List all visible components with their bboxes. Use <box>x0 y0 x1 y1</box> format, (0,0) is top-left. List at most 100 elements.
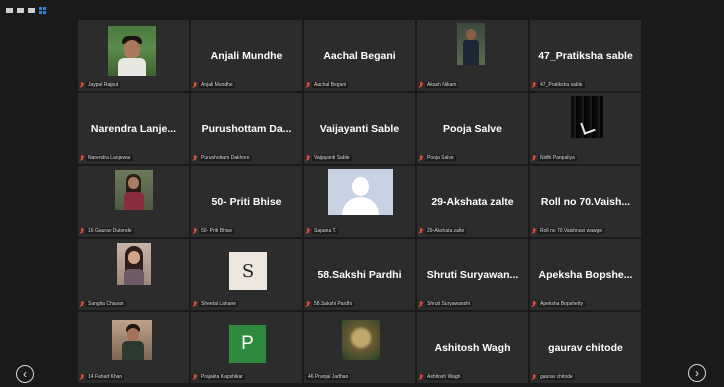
participant-tile[interactable]: S Sheetal Lahane <box>191 239 302 310</box>
participant-display-name: Narendra Lanje... <box>90 123 177 135</box>
muted-mic-icon <box>419 154 423 161</box>
participant-tile[interactable]: Apeksha Bopshe... Apeksha Bopshetty <box>530 239 641 310</box>
participant-name-bar: Prajakta Kapshikar <box>193 372 300 381</box>
participant-name-bar: Roll no 70.Vaishnavi wawge <box>532 226 639 235</box>
minimize-icon[interactable] <box>6 8 13 13</box>
participant-name-label: 46 Pranjal Jadhao <box>306 373 351 380</box>
muted-mic-icon <box>532 154 536 161</box>
profile-letter-avatar: P <box>229 325 266 363</box>
participant-name-label: Nidhi Panpaliya <box>538 154 577 161</box>
participant-name-label: Prajakta Kapshikar <box>199 373 245 380</box>
muted-mic-icon <box>532 227 536 234</box>
participant-tile[interactable]: Aachal Begani Aachal Begani <box>304 20 415 91</box>
participant-name-bar: 47_Pratiksha sable <box>532 80 639 89</box>
participant-display-name: 29-Akshata zalte <box>431 196 514 208</box>
participant-name-label: 14 Fahad Khan <box>86 373 125 380</box>
participant-tile[interactable]: 47_Pratiksha sable 47_Pratiksha sable <box>530 20 641 91</box>
participant-name-bar: Nidhi Panpaliya <box>532 153 639 162</box>
participant-name-label: Sangita Chavan <box>86 300 126 307</box>
video-thumbnail <box>112 320 152 360</box>
participant-name-label: Sheetal Lahane <box>199 300 239 307</box>
muted-mic-icon <box>193 227 197 234</box>
next-page-button[interactable]: › <box>688 364 706 382</box>
participant-name-label: Jaypal Rajput <box>86 81 121 88</box>
window-icon[interactable] <box>17 8 24 13</box>
participant-tile[interactable]: Purushottam Da... Purushottam Dakhore <box>191 93 302 164</box>
muted-mic-icon <box>419 373 423 380</box>
participant-tile[interactable]: P Prajakta Kapshikar <box>191 312 302 383</box>
participant-name-label: Anjali Mundhe <box>199 81 235 88</box>
participant-name-bar: Akash Nikam <box>419 80 526 89</box>
muted-mic-icon <box>306 81 310 88</box>
participant-tile[interactable]: 16 Gaurav Dutonde <box>78 166 189 237</box>
participant-tile[interactable]: Vaijayanti Sable Vaijayanti Sable <box>304 93 415 164</box>
participant-tile[interactable]: Pooja Salve Pooja Salve <box>417 93 528 164</box>
participant-tile[interactable]: Narendra Lanje... Narendra Lanjewar <box>78 93 189 164</box>
participant-display-name: Vaijayanti Sable <box>319 123 400 135</box>
participant-display-name: Purushottam Da... <box>201 123 292 135</box>
participant-tile[interactable]: Anjali Mundhe Anjali Mundhe <box>191 20 302 91</box>
participant-display-name: Roll no 70.Vaish... <box>540 196 631 208</box>
previous-page-button[interactable]: ‹ <box>16 365 34 383</box>
participant-display-name: 58.Sakshi Pardhi <box>317 269 402 281</box>
participant-name-label: Purushottam Dakhore <box>199 154 252 161</box>
chevron-right-icon: › <box>695 366 699 380</box>
avatar-letter: S <box>241 260 255 282</box>
muted-mic-icon <box>193 81 197 88</box>
participant-name-bar: Sapana T. <box>306 226 413 235</box>
list-view-icon[interactable] <box>28 8 35 13</box>
muted-mic-icon <box>193 154 197 161</box>
muted-mic-icon <box>306 227 310 234</box>
muted-mic-icon <box>80 154 84 161</box>
participant-tile[interactable]: Sapana T. <box>304 166 415 237</box>
muted-mic-icon <box>193 300 197 307</box>
participant-tile[interactable]: gaurav chitode gaurav chitode <box>530 312 641 383</box>
participant-name-label: Roll no 70.Vaishnavi wawge <box>538 227 605 234</box>
gallery-view-icon[interactable] <box>39 7 46 14</box>
participant-display-name: 50- Priti Bhise <box>211 196 282 208</box>
avatar-letter: P <box>241 333 254 354</box>
muted-mic-icon <box>306 154 310 161</box>
participant-name-bar: 29-Akshata zalte <box>419 226 526 235</box>
participant-name-label: Pooja Salve <box>425 154 456 161</box>
participant-tile[interactable]: Shruti Suryawan... Shruti Suryawanshi <box>417 239 528 310</box>
participant-tile[interactable]: Sangita Chavan <box>78 239 189 310</box>
participant-display-name: Anjali Mundhe <box>210 50 283 62</box>
participant-name-bar: Shruti Suryawanshi <box>419 299 526 308</box>
participant-tile[interactable]: Nidhi Panpaliya <box>530 93 641 164</box>
participant-name-bar: Apeksha Bopshetty <box>532 299 639 308</box>
participant-name-label: Shruti Suryawanshi <box>425 300 473 307</box>
profile-letter-avatar: S <box>229 252 267 290</box>
participant-tile[interactable]: 46 Pranjal Jadhao <box>304 312 415 383</box>
participant-tile[interactable]: 50- Priti Bhise 50- Priti Bhise <box>191 166 302 237</box>
muted-mic-icon <box>532 300 536 307</box>
participant-name-bar: 14 Fahad Khan <box>80 372 187 381</box>
participant-name-bar: Sheetal Lahane <box>193 299 300 308</box>
participant-name-bar: gaurav chitode <box>532 372 639 381</box>
participant-name-bar: Anjali Mundhe <box>193 80 300 89</box>
video-thumbnail <box>457 23 485 65</box>
muted-mic-icon <box>80 81 84 88</box>
participant-name-bar: Purushottam Dakhore <box>193 153 300 162</box>
participant-name-bar: Narendra Lanjewar <box>80 153 187 162</box>
participant-name-bar: Vaijayanti Sable <box>306 153 413 162</box>
participant-name-label: 47_Pratiksha sable <box>538 81 585 88</box>
participant-name-bar: Jaypal Rajput <box>80 80 187 89</box>
muted-mic-icon <box>419 300 423 307</box>
participant-name-label: 16 Gaurav Dutonde <box>86 227 134 234</box>
participant-name-bar: 16 Gaurav Dutonde <box>80 226 187 235</box>
participant-tile[interactable]: Akash Nikam <box>417 20 528 91</box>
participant-tile[interactable]: 14 Fahad Khan <box>78 312 189 383</box>
muted-mic-icon <box>419 227 423 234</box>
participant-tile[interactable]: Roll no 70.Vaish... Roll no 70.Vaishnavi … <box>530 166 641 237</box>
participant-display-name: Ashitosh Wagh <box>434 342 511 354</box>
participant-name-label: 50- Priti Bhise <box>199 227 235 234</box>
participant-name-bar: Sangita Chavan <box>80 299 187 308</box>
participant-tile[interactable]: 58.Sakshi Pardhi 58.Sakshi Pardhi <box>304 239 415 310</box>
participant-gallery: Jaypal Rajput Anjali Mundhe Anjali Mundhe A… <box>78 20 644 385</box>
participant-name-label: Akash Nikam <box>425 81 459 88</box>
participant-tile[interactable]: Ashitosh Wagh Ashitosh Wagh <box>417 312 528 383</box>
participant-name-bar: Ashitosh Wagh <box>419 372 526 381</box>
participant-tile[interactable]: Jaypal Rajput <box>78 20 189 91</box>
participant-tile[interactable]: 29-Akshata zalte 29-Akshata zalte <box>417 166 528 237</box>
